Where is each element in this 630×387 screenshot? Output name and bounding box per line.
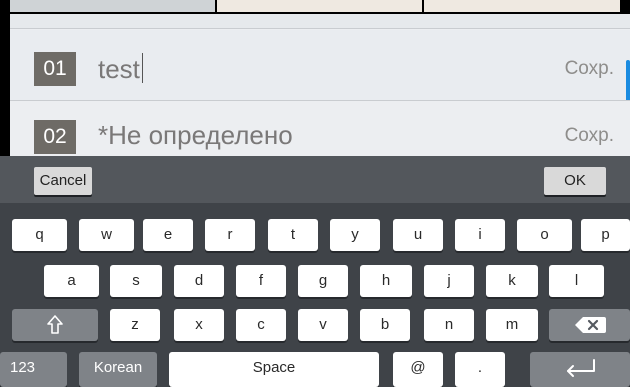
key-d[interactable]: d bbox=[174, 265, 224, 297]
tab-2[interactable] bbox=[217, 0, 422, 12]
numeric-mode-key[interactable]: 123 bbox=[0, 352, 67, 387]
entry-text-input[interactable]: test bbox=[98, 49, 144, 89]
key-at[interactable]: @ bbox=[393, 352, 443, 387]
entry-text-value: *Не определено bbox=[98, 120, 293, 150]
tab-strip bbox=[0, 0, 630, 14]
key-t[interactable]: t bbox=[268, 219, 318, 251]
shift-key[interactable] bbox=[12, 309, 98, 341]
key-q[interactable]: q bbox=[12, 219, 67, 251]
key-m[interactable]: m bbox=[486, 309, 538, 341]
key-s[interactable]: s bbox=[110, 265, 162, 297]
key-h[interactable]: h bbox=[360, 265, 412, 297]
backspace-icon bbox=[574, 317, 606, 334]
key-o[interactable]: o bbox=[517, 219, 572, 251]
entry-number-badge: 01 bbox=[34, 52, 76, 86]
key-dot[interactable]: . bbox=[455, 352, 505, 387]
key-v[interactable]: v bbox=[298, 309, 348, 341]
cancel-button[interactable]: Cancel bbox=[34, 167, 92, 195]
tab-1[interactable] bbox=[10, 0, 215, 12]
entry-text-value: test bbox=[98, 54, 140, 84]
save-button[interactable]: Сохр. bbox=[565, 58, 614, 80]
key-r[interactable]: r bbox=[205, 219, 255, 251]
key-c[interactable]: c bbox=[236, 309, 286, 341]
backspace-key[interactable] bbox=[549, 309, 630, 341]
key-i[interactable]: i bbox=[455, 219, 505, 251]
enter-key[interactable] bbox=[530, 352, 630, 387]
ok-button[interactable]: OK bbox=[544, 167, 606, 195]
text-cursor bbox=[141, 53, 144, 83]
language-key[interactable]: Korean bbox=[79, 352, 157, 387]
key-k[interactable]: k bbox=[486, 265, 538, 297]
tab-3[interactable] bbox=[424, 0, 620, 12]
key-a[interactable]: a bbox=[44, 265, 99, 297]
enter-icon bbox=[567, 359, 595, 378]
entry-list: 01 test Сохр. 02 *Не определено Сохр. bbox=[10, 14, 630, 156]
key-u[interactable]: u bbox=[393, 219, 443, 251]
space-key[interactable]: Space bbox=[169, 352, 379, 387]
key-f[interactable]: f bbox=[236, 265, 286, 297]
key-z[interactable]: z bbox=[110, 309, 160, 341]
on-screen-keyboard: Cancel OK q w e r t y u i o p a s d f g … bbox=[0, 156, 630, 387]
key-y[interactable]: y bbox=[330, 219, 380, 251]
entry-number-badge: 02 bbox=[34, 120, 76, 154]
save-button[interactable]: Сохр. bbox=[565, 125, 614, 147]
key-x[interactable]: x bbox=[174, 309, 224, 341]
key-e[interactable]: e bbox=[143, 219, 193, 251]
key-g[interactable]: g bbox=[298, 265, 348, 297]
shift-icon bbox=[47, 315, 63, 334]
key-w[interactable]: w bbox=[79, 219, 134, 251]
keyboard-action-bar: Cancel OK bbox=[0, 156, 630, 203]
entry-row-01[interactable]: 01 test Сохр. bbox=[10, 30, 630, 110]
screen: 01 test Сохр. 02 *Не определено Сохр. Ca… bbox=[0, 0, 630, 387]
key-p[interactable]: p bbox=[581, 219, 630, 251]
key-l[interactable]: l bbox=[549, 265, 604, 297]
key-n[interactable]: n bbox=[424, 309, 474, 341]
key-j[interactable]: j bbox=[424, 265, 474, 297]
key-b[interactable]: b bbox=[360, 309, 410, 341]
list-header-strip bbox=[10, 14, 630, 29]
entry-row-02[interactable]: 02 *Не определено Сохр. bbox=[10, 100, 630, 156]
